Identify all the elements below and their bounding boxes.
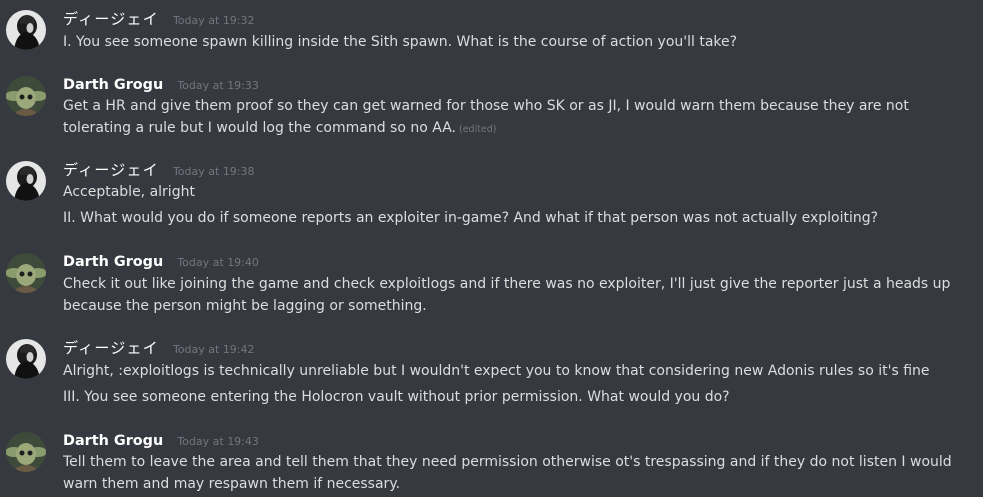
message-header: ディージェイ Today at 19:32	[63, 8, 255, 30]
message-text: Acceptable, alright	[63, 184, 195, 200]
grogu-avatar-icon	[6, 253, 46, 293]
message-header: Darth Grogu Today at 19:40	[63, 251, 259, 273]
avatar[interactable]	[6, 339, 46, 379]
message-header: ディージェイ Today at 19:42	[63, 337, 255, 359]
username[interactable]: ディージェイ	[63, 10, 159, 28]
message-header: Darth Grogu Today at 19:43	[63, 430, 259, 452]
chat-messages: ディージェイ Today at 19:32 I. You see someone…	[0, 0, 983, 497]
grogu-avatar-icon	[6, 432, 46, 472]
username[interactable]: Darth Grogu	[63, 254, 163, 270]
message-text: Get a HR and give them proof so they can…	[63, 95, 978, 141]
avatar[interactable]	[6, 76, 46, 116]
avatar[interactable]	[6, 253, 46, 293]
timestamp[interactable]: Today at 19:42	[173, 343, 255, 356]
timestamp[interactable]: Today at 19:38	[173, 165, 255, 178]
username[interactable]: Darth Grogu	[63, 77, 163, 93]
edited-label: (edited)	[458, 124, 497, 135]
avatar[interactable]	[6, 432, 46, 472]
message-text: III. You see someone entering the Holocr…	[63, 389, 730, 405]
message-header: Darth Grogu Today at 19:33	[63, 74, 259, 96]
message-text: Check it out like joining the game and c…	[63, 276, 951, 314]
username[interactable]: ディージェイ	[63, 161, 159, 179]
message-text: Tell them to leave the area and tell the…	[63, 454, 952, 492]
avatar[interactable]	[6, 10, 46, 50]
message-text: I. You see someone spawn killing inside …	[63, 34, 738, 50]
message-text: II. What would you do if someone reports…	[63, 210, 879, 226]
dj-avatar-icon	[6, 10, 46, 50]
avatar[interactable]	[6, 161, 46, 201]
timestamp[interactable]: Today at 19:43	[177, 435, 259, 448]
message-text: Alright, :exploitlogs is technically unr…	[63, 363, 930, 379]
username[interactable]: ディージェイ	[63, 339, 159, 357]
timestamp[interactable]: Today at 19:33	[177, 79, 259, 92]
message-header: ディージェイ Today at 19:38	[63, 159, 255, 181]
dj-avatar-icon	[6, 161, 46, 201]
grogu-avatar-icon	[6, 76, 46, 116]
username[interactable]: Darth Grogu	[63, 433, 163, 449]
dj-avatar-icon	[6, 339, 46, 379]
timestamp[interactable]: Today at 19:32	[173, 14, 255, 27]
timestamp[interactable]: Today at 19:40	[177, 256, 259, 269]
